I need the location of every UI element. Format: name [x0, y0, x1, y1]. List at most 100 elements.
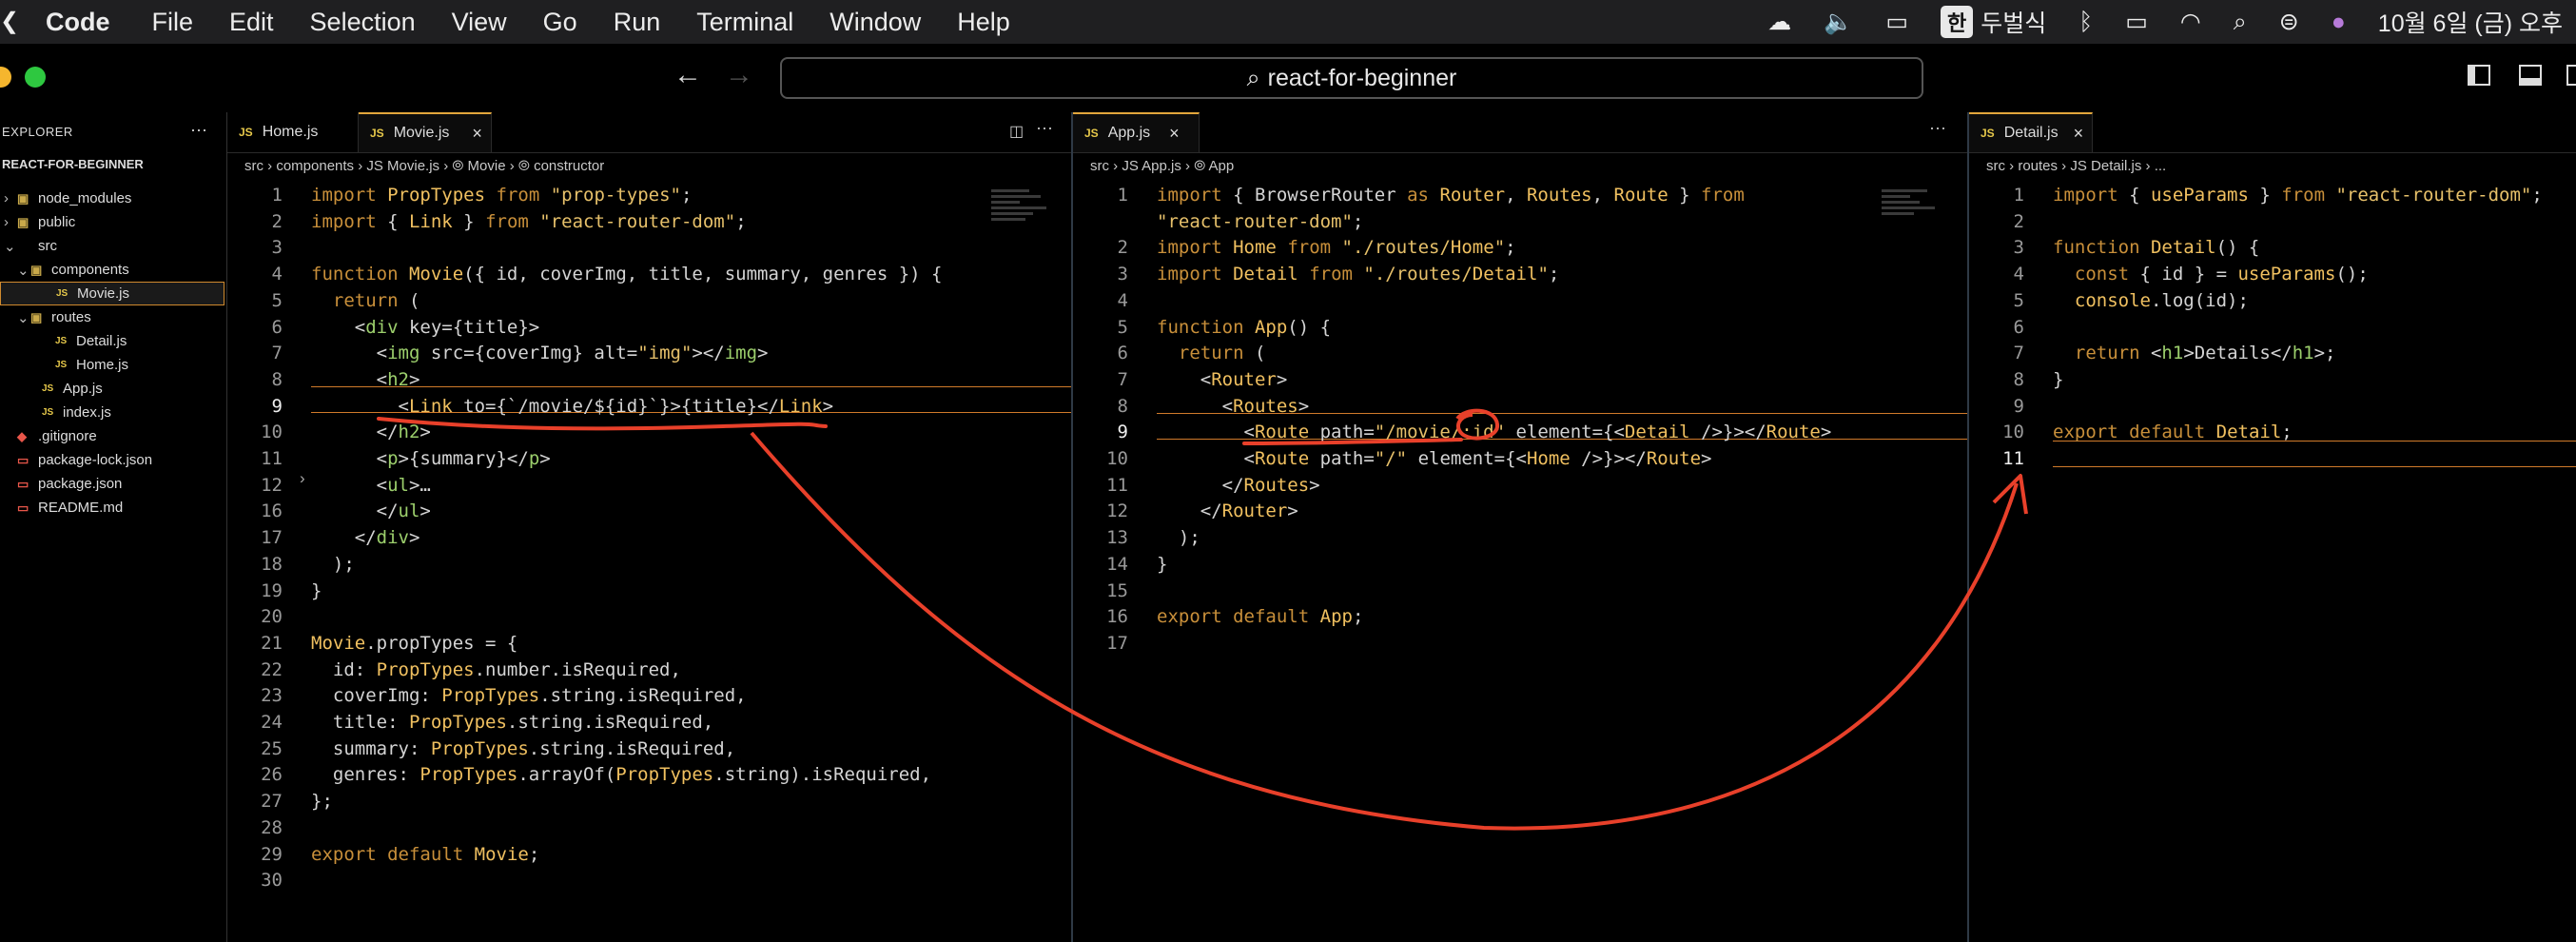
line-number: 4	[1117, 289, 1128, 311]
file-icon: ▭	[17, 500, 29, 515]
explorer-item-gitignore[interactable]: ◆ .gitignore	[0, 424, 97, 448]
explorer-item-home-js[interactable]: JS Home.js	[0, 353, 128, 377]
menu-app-code[interactable]: Code	[46, 8, 110, 37]
spotlight-search-icon[interactable]: ⌕	[2234, 9, 2247, 36]
minimap[interactable]	[1882, 186, 1948, 244]
menu-view[interactable]: View	[452, 8, 507, 37]
explorer-item-package-json[interactable]: ▭ package.json	[0, 472, 122, 496]
explorer-item-index-js[interactable]: JS index.js	[0, 401, 111, 424]
line-code: export default Detail;	[2053, 422, 2293, 443]
line-code: <ul>…	[311, 474, 431, 496]
code-line: 23 coverImg: PropTypes.string.isRequired…	[227, 682, 746, 709]
editor-tab-bar: JS Home.js JS Movie.js × ◫ ···	[227, 112, 1071, 153]
close-icon[interactable]: ×	[1169, 124, 1180, 144]
line-number: 11	[2002, 448, 2024, 469]
siri-icon[interactable]: ●	[2332, 9, 2346, 36]
explorer-header: EXPLORER	[2, 125, 73, 139]
line-number: 1	[2013, 185, 2024, 206]
volume-icon[interactable]: 🔈	[1824, 9, 1853, 36]
chevron-icon: ›	[4, 190, 9, 206]
line-number: 23	[261, 685, 283, 707]
fold-chevron-icon[interactable]: ›	[300, 469, 305, 488]
explorer-item-public[interactable]: › ▣ public	[0, 210, 75, 234]
chevron-icon: ⌄	[4, 238, 16, 255]
explorer-item-node-modules[interactable]: › ▣ node_modules	[0, 186, 131, 210]
code-line: 16 </ul>	[227, 498, 431, 524]
breadcrumb[interactable]: src › routes › JS Detail.js › ...	[1969, 152, 2576, 179]
line-number: 6	[2013, 316, 2024, 338]
explorer-item-package-lock-json[interactable]: ▭ package-lock.json	[0, 448, 152, 472]
split-editor-icon[interactable]: ◫	[1009, 122, 1024, 141]
line-number: 15	[1106, 579, 1128, 601]
menu-run[interactable]: Run	[614, 8, 661, 37]
code-line: 3	[227, 234, 311, 261]
code-line: 6 return (	[1073, 340, 1266, 366]
line-number: 14	[1106, 553, 1128, 575]
tab-label: Home.js	[262, 124, 319, 140]
line-number: 17	[261, 527, 283, 549]
explorer-item-movie-js[interactable]: JS Movie.js	[0, 282, 224, 305]
code-line: 15	[1073, 578, 1157, 604]
line-number: 9	[2013, 395, 2024, 417]
input-source-badge[interactable]: 한	[1940, 6, 1974, 38]
code-line: 7 return <h1>Details</h1>;	[1969, 340, 2336, 366]
breadcrumb[interactable]: src › JS App.js › ⦾ App	[1073, 152, 1967, 179]
line-code: return <h1>Details</h1>;	[2074, 343, 2336, 364]
window-zoom-button[interactable]	[25, 67, 46, 88]
close-icon[interactable]: ×	[2074, 124, 2084, 144]
toggle-primary-sidebar-icon[interactable]	[2468, 65, 2490, 86]
command-center-search[interactable]: ⌕ react-for-beginner	[780, 57, 1923, 99]
line-code: import Detail from "./routes/Detail";	[1157, 264, 1560, 285]
wifi-icon[interactable]: ◠	[2180, 8, 2201, 36]
menu-selection[interactable]: Selection	[310, 8, 416, 37]
input-method-label[interactable]: 두벌식	[1981, 5, 2046, 39]
display-icon[interactable]: ▭	[1885, 8, 1908, 36]
line-code: function Movie({ id, coverImg, title, su…	[311, 264, 943, 285]
explorer-item-readme-md[interactable]: ▭ README.md	[0, 496, 123, 520]
menu-terminal[interactable]: Terminal	[696, 8, 793, 37]
line-code: title: PropTypes.string.isRequired,	[311, 712, 714, 733]
toggle-secondary-sidebar-icon[interactable]	[2566, 65, 2576, 86]
line-code: Movie.propTypes = {	[311, 632, 518, 654]
line-number: 24	[261, 712, 283, 733]
code-line: 24 title: PropTypes.string.isRequired,	[227, 709, 713, 736]
menu-file[interactable]: File	[152, 8, 194, 37]
code-line: 30	[227, 867, 311, 893]
explorer-item-routes[interactable]: ⌄ ▣ routes	[0, 305, 91, 329]
line-number: 1	[1117, 185, 1128, 206]
bluetooth-icon[interactable]: ᛒ	[2078, 9, 2093, 36]
explorer-item-detail-js[interactable]: JS Detail.js	[0, 329, 127, 353]
window-minimize-button[interactable]	[0, 67, 11, 88]
code-line: 6	[1969, 314, 2053, 341]
control-center-icon[interactable]: ⊜	[2279, 8, 2299, 36]
tab-detail-js[interactable]: JS Detail.js ×	[1969, 112, 2093, 152]
tab-app-js[interactable]: JS App.js ×	[1073, 112, 1200, 152]
explorer-item-src[interactable]: ⌄ src	[0, 234, 57, 258]
menu-edit[interactable]: Edit	[229, 8, 274, 37]
explorer-item-app-js[interactable]: JS App.js	[0, 377, 103, 401]
back-arrow-icon[interactable]: ←	[673, 59, 702, 91]
cloud-icon[interactable]: ☁	[1767, 8, 1791, 36]
menu-window[interactable]: Window	[829, 8, 921, 37]
tab-home-js[interactable]: JS Home.js	[227, 112, 359, 152]
toggle-panel-icon[interactable]	[2519, 65, 2542, 86]
menu-help[interactable]: Help	[957, 8, 1010, 37]
line-code: summary: PropTypes.string.isRequired,	[311, 737, 736, 759]
tab-movie-js[interactable]: JS Movie.js ×	[359, 112, 492, 152]
more-actions-icon[interactable]: ···	[1929, 118, 1946, 138]
explorer-more-icon[interactable]: ···	[190, 120, 207, 140]
explorer-item-components[interactable]: ⌄ ▣ components	[0, 258, 129, 282]
menubar-clock[interactable]: 10월 6일 (금) 오후	[2378, 5, 2563, 39]
line-number: 8	[1117, 395, 1128, 417]
apple-icon[interactable]: ❮	[0, 8, 19, 35]
menu-go[interactable]: Go	[543, 8, 577, 37]
tab-label: App.js	[1107, 125, 1151, 141]
minimap[interactable]	[991, 186, 1058, 244]
workspace-root[interactable]: REACT-FOR-BEGINNER	[2, 157, 144, 171]
more-actions-icon[interactable]: ···	[1036, 118, 1053, 138]
line-number: 3	[2013, 237, 2024, 259]
forward-arrow-icon[interactable]: →	[725, 59, 753, 91]
battery-icon[interactable]: ▭	[2125, 8, 2148, 36]
close-icon[interactable]: ×	[472, 124, 482, 144]
breadcrumb[interactable]: src › components › JS Movie.js › ⦾ Movie…	[227, 152, 1071, 179]
